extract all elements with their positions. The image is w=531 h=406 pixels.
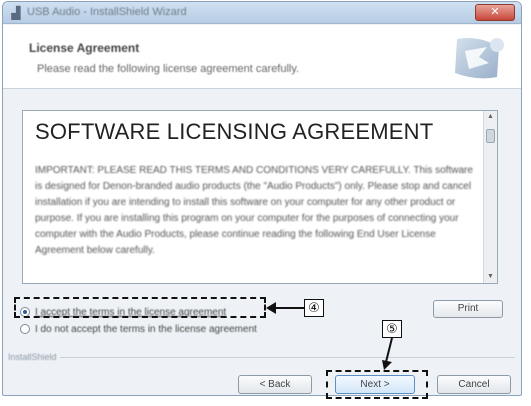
cancel-button[interactable]: Cancel: [437, 375, 511, 394]
callout-arrow-icon: [266, 302, 304, 314]
page-subtitle: Please read the following license agreem…: [37, 63, 300, 75]
vertical-scrollbar[interactable]: ▲ ▼: [483, 111, 497, 283]
footer-divider: [60, 357, 515, 358]
next-callout-box: [326, 370, 428, 399]
scroll-thumb[interactable]: [486, 129, 495, 143]
installshield-brand: InstallShield: [8, 352, 57, 362]
title-bar[interactable]: ▟ USB Audio - InstallShield Wizard ✕: [3, 2, 521, 24]
callout-number-4: ④: [304, 299, 324, 317]
close-icon: ✕: [490, 6, 500, 18]
close-button[interactable]: ✕: [475, 4, 515, 21]
decline-terms-option[interactable]: I do not accept the terms in the license…: [20, 322, 257, 336]
window-title: USB Audio - InstallShield Wizard: [27, 6, 187, 18]
callout-number-5: ⑤: [382, 320, 402, 338]
back-button[interactable]: < Back: [238, 375, 312, 394]
accept-callout-box: [14, 297, 266, 318]
wizard-header: License Agreement Please read the follow…: [3, 25, 521, 89]
license-body-text: IMPORTANT: PLEASE READ THIS TERMS AND CO…: [35, 165, 473, 256]
page-title: License Agreement: [29, 41, 140, 55]
callout-arrow-down-icon: [382, 337, 393, 370]
scroll-down-icon[interactable]: ▼: [484, 271, 497, 283]
installer-icon: ▟: [11, 6, 21, 20]
decline-terms-label[interactable]: I do not accept the terms in the license…: [35, 324, 257, 335]
decline-radio[interactable]: [20, 324, 30, 334]
installshield-logo-icon: [455, 38, 504, 79]
scroll-up-icon[interactable]: ▲: [484, 111, 497, 123]
license-text-area[interactable]: SOFTWARE LICENSING AGREEMENT IMPORTANT: …: [22, 110, 498, 284]
print-button[interactable]: Print: [433, 300, 503, 318]
license-heading: SOFTWARE LICENSING AGREEMENT: [35, 119, 434, 144]
